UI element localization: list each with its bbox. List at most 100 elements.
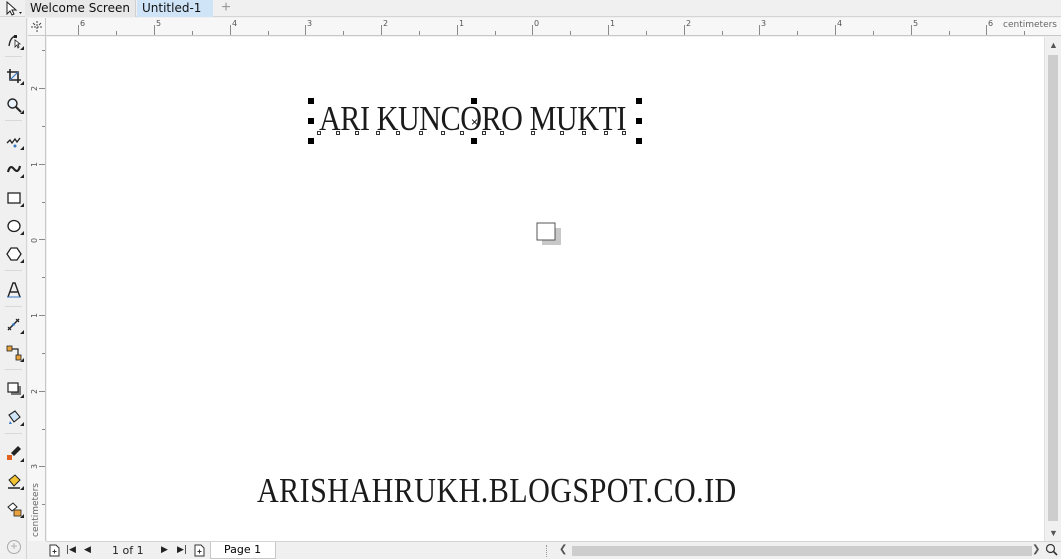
character-node[interactable] xyxy=(355,131,359,135)
ellipse-tool-button[interactable] xyxy=(3,215,24,236)
previous-page-button[interactable]: ◀ xyxy=(84,542,91,559)
next-page-icon: ▶ xyxy=(161,545,168,555)
flyout-indicator xyxy=(20,81,24,85)
character-node[interactable] xyxy=(460,131,464,135)
tab-welcome-screen[interactable]: Welcome Screen xyxy=(25,0,136,17)
scrollbar-thumb[interactable] xyxy=(1048,55,1058,521)
page-tab[interactable]: Page 1 xyxy=(210,542,276,559)
cursor-arrow-icon xyxy=(6,0,22,16)
add-page-icon xyxy=(49,544,60,557)
document-tab-bar: Welcome Screen Untitled-1 + xyxy=(0,0,1061,17)
flyout-indicator xyxy=(20,259,24,263)
freehand-tool-button[interactable] xyxy=(3,130,24,151)
ruler-unit-label: centimeters xyxy=(31,483,41,537)
last-page-button[interactable]: ▶| xyxy=(177,542,187,559)
character-node[interactable] xyxy=(560,131,564,135)
character-node[interactable] xyxy=(396,131,400,135)
toolbox-divider xyxy=(5,433,22,434)
character-node[interactable] xyxy=(419,131,423,135)
rectangle-tool-button[interactable] xyxy=(3,187,24,208)
character-node[interactable] xyxy=(336,131,340,135)
splitter-handle[interactable] xyxy=(546,545,549,557)
selection-handle[interactable] xyxy=(636,98,642,104)
ruler-ticks xyxy=(39,50,45,505)
first-page-button[interactable]: |◀ xyxy=(66,542,76,559)
page-navigator: |◀ ◀ 1 of 1 ▶ ▶| Page 1 ❮ ❯ xyxy=(46,541,1061,559)
flyout-indicator xyxy=(20,514,24,518)
selection-handle[interactable] xyxy=(308,98,314,104)
scrollbar-thumb[interactable] xyxy=(572,546,1032,556)
character-node[interactable] xyxy=(317,131,321,135)
ruler-origin-icon xyxy=(31,21,43,33)
transparency-button[interactable] xyxy=(3,406,24,427)
ruler-origin[interactable] xyxy=(28,18,46,36)
navigator-zoom-icon xyxy=(1045,543,1058,556)
scroll-down-icon[interactable]: ▼ xyxy=(1049,528,1058,538)
text-tool-button[interactable] xyxy=(3,279,24,300)
new-document-tab-button[interactable]: + xyxy=(216,0,236,17)
flyout-indicator xyxy=(20,146,24,150)
selection-handle[interactable] xyxy=(471,138,477,144)
flyout-indicator xyxy=(20,231,24,235)
tab-untitled-1[interactable]: Untitled-1 xyxy=(137,0,213,17)
vertical-ruler[interactable]: 2 1 0 1 2 3 centimeters xyxy=(28,36,46,541)
selection-handle[interactable] xyxy=(471,98,477,104)
horizontal-scrollbar[interactable]: ❮ ❯ xyxy=(556,542,1061,559)
next-page-button[interactable]: ▶ xyxy=(161,542,168,559)
selection-handle[interactable] xyxy=(308,138,314,144)
flyout-indicator xyxy=(20,330,24,334)
scroll-right-icon[interactable]: ❯ xyxy=(1032,544,1040,555)
selection-handle[interactable] xyxy=(636,118,642,124)
flyout-indicator xyxy=(20,174,24,178)
polygon-tool-button[interactable] xyxy=(3,243,24,264)
toolbox: + xyxy=(0,18,27,559)
selection-handle[interactable] xyxy=(636,138,642,144)
character-node[interactable] xyxy=(500,131,504,135)
parallel-dimension-button[interactable] xyxy=(3,314,24,335)
drop-shadow-button[interactable] xyxy=(3,378,24,399)
add-page-after-button[interactable] xyxy=(194,542,205,559)
shape-tool-button[interactable] xyxy=(3,30,24,51)
zoom-navigator-button[interactable] xyxy=(1045,543,1058,559)
add-page-icon xyxy=(194,544,205,557)
add-tool-icon[interactable]: + xyxy=(7,540,21,554)
toolbox-divider xyxy=(5,369,22,370)
ruler-ticks xyxy=(78,25,1025,35)
character-node[interactable] xyxy=(376,131,380,135)
scroll-up-icon[interactable]: ▲ xyxy=(1049,40,1058,50)
scroll-left-icon[interactable]: ❮ xyxy=(559,544,567,555)
first-page-icon: |◀ xyxy=(66,545,76,555)
color-eyedropper-button[interactable] xyxy=(3,442,24,463)
interactive-fill-button[interactable] xyxy=(3,470,24,491)
flyout-indicator xyxy=(20,394,24,398)
selection-handle[interactable] xyxy=(308,118,314,124)
horizontal-ruler[interactable]: 6 5 4 3 2 1 0 1 2 3 4 5 6 centimeters xyxy=(46,18,1061,36)
artistic-media-button[interactable] xyxy=(3,158,24,179)
character-node[interactable] xyxy=(482,131,486,135)
toolbox-divider xyxy=(5,56,22,57)
previous-page-icon: ◀ xyxy=(84,545,91,555)
flyout-indicator xyxy=(20,110,24,114)
footer-text-object[interactable]: ARISHAHRUKH.BLOGSPOT.CO.ID xyxy=(257,471,737,511)
add-page-before-button[interactable] xyxy=(49,542,60,559)
page-icon xyxy=(536,222,561,245)
flyout-indicator xyxy=(20,358,24,362)
last-page-icon: ▶| xyxy=(177,545,187,555)
text-tool-icon xyxy=(6,281,21,297)
crop-tool-button[interactable] xyxy=(3,65,24,86)
rotation-center-icon[interactable]: × xyxy=(471,116,478,128)
character-node[interactable] xyxy=(622,131,626,135)
character-node[interactable] xyxy=(531,131,535,135)
pick-tool-shortcut[interactable] xyxy=(0,0,26,17)
character-node[interactable] xyxy=(604,131,608,135)
toolbox-divider xyxy=(5,306,22,307)
vertical-scrollbar[interactable]: ▲ ▼ xyxy=(1044,37,1061,541)
smart-fill-button[interactable] xyxy=(3,498,24,519)
corel-draw-window: Welcome Screen Untitled-1 + + 6 5 4 3 2 … xyxy=(0,0,1061,559)
connector-tool-button[interactable] xyxy=(3,342,24,363)
flyout-indicator xyxy=(20,458,24,462)
zoom-tool-button[interactable] xyxy=(3,94,24,115)
flyout-indicator xyxy=(20,46,24,50)
character-node[interactable] xyxy=(441,131,445,135)
character-node[interactable] xyxy=(582,131,586,135)
